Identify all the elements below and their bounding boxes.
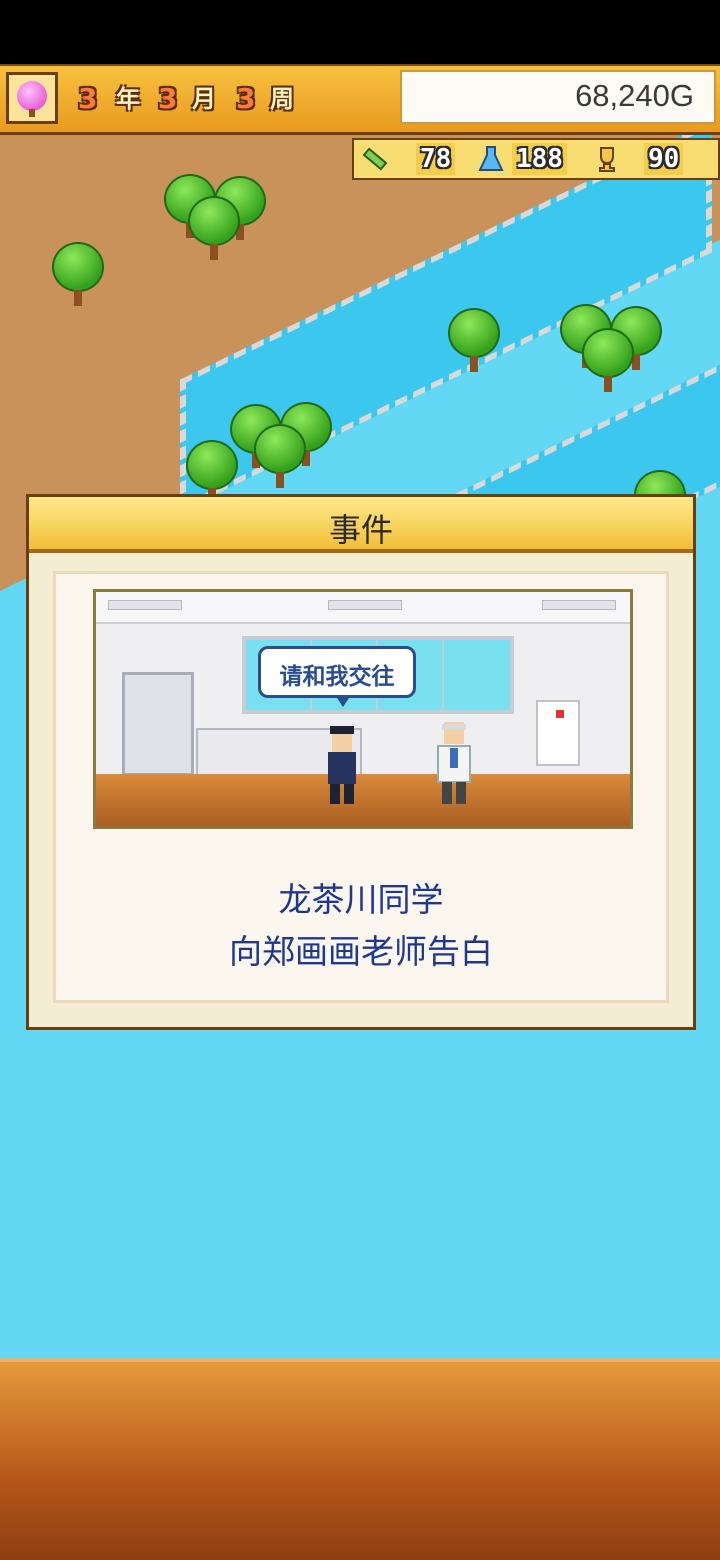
speech-tail <box>335 695 351 707</box>
trophy-icon <box>599 147 615 172</box>
resource-pencil-value: 78 <box>416 143 456 175</box>
ceiling-light <box>542 600 616 610</box>
dialog-header: 事件 <box>29 497 693 553</box>
lockers <box>122 672 194 776</box>
event-dialog[interactable]: 事件 请和我交往 龙茶川同学 向郑画画老师告白 <box>26 494 696 1030</box>
student-character <box>328 726 356 804</box>
ceiling-light <box>108 600 182 610</box>
week-unit: 周 <box>270 85 294 113</box>
year-number: 3 <box>78 82 98 115</box>
ceiling <box>96 592 630 624</box>
tree <box>184 196 244 262</box>
money-display: 68,240G <box>400 70 716 124</box>
month-unit: 月 <box>192 85 216 113</box>
resource-flask-value: 188 <box>512 143 567 175</box>
tree <box>48 242 108 308</box>
speech-bubble: 请和我交往 <box>258 646 416 707</box>
resource-bar: 78 188 90 <box>352 138 720 180</box>
tree <box>444 308 504 374</box>
week-number: 3 <box>236 82 256 115</box>
top-hud: 3 年 3 月 3 周 68,240G <box>0 64 720 135</box>
pink-tree-icon <box>17 81 47 111</box>
status-bar <box>0 0 720 64</box>
month-number: 3 <box>158 82 178 115</box>
money-amount: 68,240G <box>575 78 694 113</box>
bottom-menu-panel[interactable] <box>0 1358 720 1560</box>
event-message-line1: 龙茶川同学 <box>278 880 444 919</box>
dialog-title: 事件 <box>328 511 393 549</box>
season-badge[interactable] <box>6 72 58 124</box>
event-scene-image: 请和我交往 <box>93 589 633 829</box>
tree-trunk <box>29 109 35 117</box>
pencil-icon <box>362 147 388 171</box>
tree <box>250 424 310 490</box>
tree <box>578 328 638 394</box>
resource-trophy-value: 90 <box>644 143 684 175</box>
year-unit: 年 <box>116 85 140 113</box>
ceiling-light <box>328 600 402 610</box>
teacher-character <box>437 722 471 804</box>
event-message-line2: 向郑画画老师告白 <box>229 932 493 971</box>
red-cross-icon <box>556 710 564 718</box>
flask-icon <box>478 146 504 171</box>
speech-text: 请和我交往 <box>279 664 395 690</box>
